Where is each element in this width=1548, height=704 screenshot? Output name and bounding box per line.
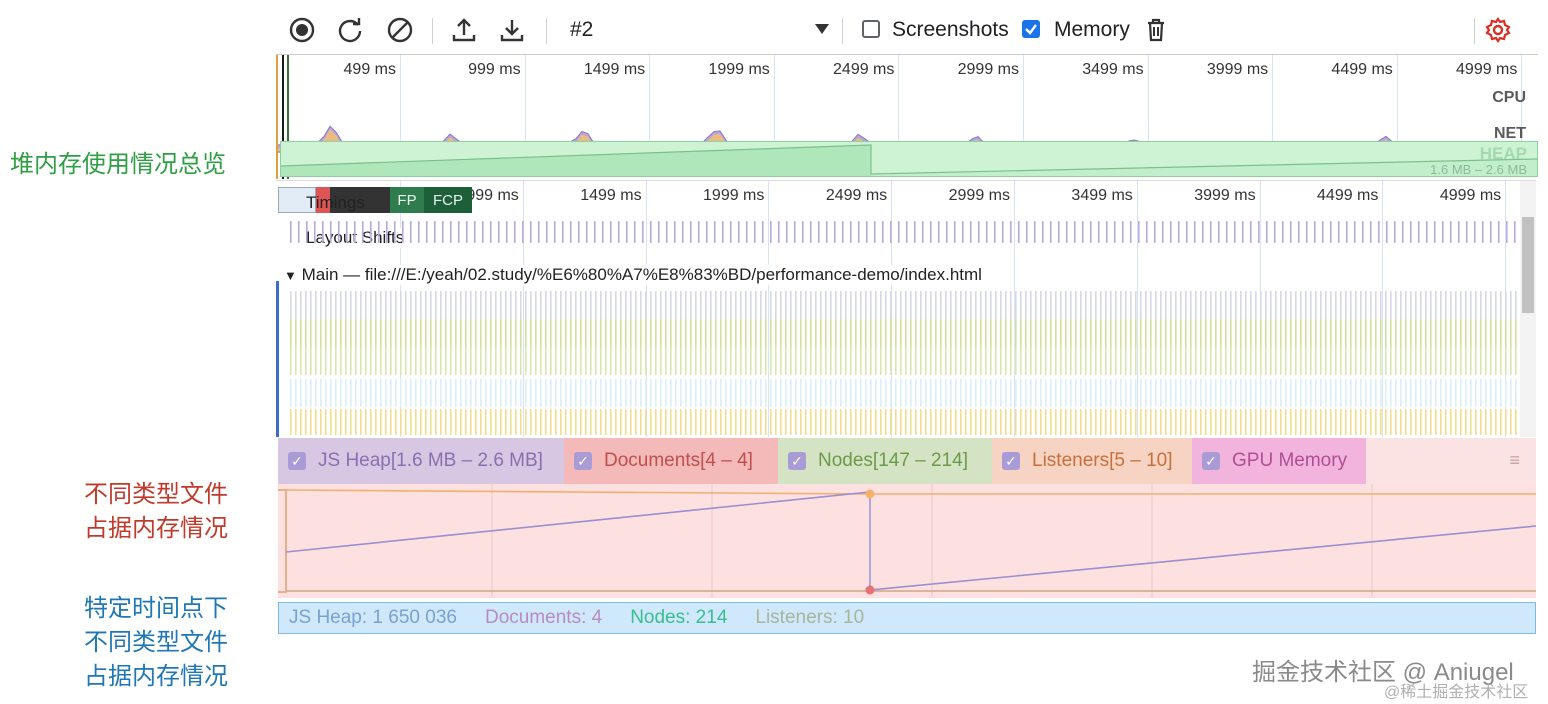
clear-icon <box>387 17 413 43</box>
checkbox-checked-icon[interactable]: ✓ <box>1202 452 1220 470</box>
record-icon <box>289 17 315 43</box>
status-counter: Documents: 4 <box>484 607 603 628</box>
status-counter: Listeners: 10 <box>755 607 865 628</box>
counter-toggle[interactable]: ✓ Documents[4 – 4] <box>564 438 778 484</box>
memory-counters-legend: ✓ JS Heap[1.6 MB – 2.6 MB] ✓ Documents[4 – … <box>278 438 1536 484</box>
flame-chart[interactable]: 499 ms999 ms1499 ms1999 ms2499 ms2999 ms… <box>276 180 1536 437</box>
toolbar-divider <box>1474 18 1475 44</box>
selection-edge[interactable] <box>276 55 278 179</box>
screenshots-checkbox[interactable] <box>862 20 880 38</box>
upload-icon <box>452 18 476 42</box>
reload-icon <box>338 18 362 43</box>
counter-label: Listeners[5 – 10] <box>1032 450 1173 471</box>
chevron-down-icon[interactable] <box>814 22 830 41</box>
flame-track <box>290 221 1516 243</box>
annotation-point-line1: 特定时间点下 <box>84 595 228 622</box>
counter-toggle[interactable]: ✓ JS Heap[1.6 MB – 2.6 MB] <box>278 438 564 484</box>
documents-point <box>865 585 875 595</box>
ruler-tick-label: 4499 ms <box>1331 61 1393 78</box>
hamburger-menu-icon[interactable]: ≡ <box>1509 450 1520 471</box>
annotation-point-line2: 不同类型文件 <box>84 629 228 656</box>
heap-label: HEAP <box>1479 144 1527 163</box>
flame-track <box>290 319 1517 347</box>
checkbox-checked-icon[interactable]: ✓ <box>288 452 306 470</box>
flame-track <box>290 347 1517 375</box>
trash-icon <box>1148 18 1164 42</box>
ruler-tick-label: 4999 ms <box>1456 61 1518 78</box>
selection-range-marker <box>276 281 279 437</box>
load-profile-button[interactable] <box>448 14 480 46</box>
ruler-tick-label: 2999 ms <box>957 61 1019 78</box>
disclosure-triangle-icon: ▼ <box>284 268 297 283</box>
counter-label: JS Heap[1.6 MB – 2.6 MB] <box>318 450 543 471</box>
save-profile-button[interactable] <box>496 14 528 46</box>
record-button[interactable] <box>286 14 318 46</box>
watermark-sub: @稀土掘金技术社区 <box>1384 684 1529 701</box>
flame-track <box>290 409 1517 435</box>
annotation-heap-overview: 堆内存使用情况总览 <box>10 151 226 178</box>
screenshots-label: Screenshots <box>892 18 1009 41</box>
toolbar-divider <box>546 18 547 44</box>
counter-toggle[interactable]: ✓ Listeners[5 – 10] <box>992 438 1192 484</box>
flame-scrollbar[interactable] <box>1520 181 1536 437</box>
counter-label: Nodes[147 – 214] <box>818 450 969 471</box>
ruler-tick-label: 1499 ms <box>583 61 646 78</box>
toolbar-divider <box>432 18 433 44</box>
memory-checkbox[interactable] <box>1022 20 1040 38</box>
annotation-point-line3: 占据内存情况 <box>84 663 228 690</box>
ruler-tick-label: 3999 ms <box>1206 61 1269 78</box>
checkbox-checked-icon[interactable]: ✓ <box>788 452 806 470</box>
collect-garbage-button[interactable] <box>1140 14 1172 46</box>
memory-counter-graph[interactable] <box>278 484 1536 598</box>
toolbar-divider <box>842 18 843 44</box>
status-counter: Nodes: 214 <box>630 607 728 628</box>
heap-overview-chart <box>281 144 1537 176</box>
flame-track <box>290 379 1517 407</box>
ruler-tick-label: 3499 ms <box>1082 61 1144 78</box>
heap-range: 1.6 MB – 2.6 MB <box>1430 162 1527 177</box>
counter-label: Documents[4 – 4] <box>604 450 753 471</box>
ruler-tick-label: 499 ms <box>343 61 396 78</box>
counter-label: GPU Memory <box>1232 450 1348 471</box>
cpu-label: CPU <box>1492 89 1526 106</box>
clear-button[interactable] <box>384 14 416 46</box>
profile-select[interactable]: #2 <box>570 18 593 42</box>
memory-label: Memory <box>1054 18 1130 41</box>
memory-graph-canvas <box>278 484 1536 598</box>
main-thread-label: Main — file:///E:/yeah/02.study/%E6%80%A… <box>301 265 982 284</box>
counter-toggle[interactable]: ✓ GPU Memory <box>1192 438 1366 484</box>
checkbox-checked-icon[interactable]: ✓ <box>574 452 592 470</box>
annotation-types-line2: 占据内存情况 <box>84 515 228 542</box>
status-counter: JS Heap: 1 650 036 <box>289 607 457 628</box>
reload-record-button[interactable] <box>334 14 366 46</box>
download-icon <box>500 20 524 42</box>
ruler-tick-label: 1999 ms <box>708 61 770 78</box>
gear-icon <box>1485 17 1511 43</box>
performance-toolbar: #2 Screenshots Memory <box>276 8 1538 54</box>
heap-overview-strip: HEAP 1.6 MB – 2.6 MB <box>280 141 1538 177</box>
capture-settings-button[interactable] <box>1482 14 1514 46</box>
checkmark-icon <box>1025 24 1037 35</box>
flame-track <box>290 291 1517 319</box>
main-track-header[interactable]: ▼ Main — file:///E:/yeah/02.study/%E6%80… <box>284 265 986 285</box>
ruler-tick-label: 2499 ms <box>833 61 895 78</box>
counter-toggle[interactable]: ✓ Nodes[147 – 214] <box>778 438 992 484</box>
listeners-point <box>865 489 875 499</box>
flame-events <box>276 221 1517 437</box>
memory-status-bar: JS Heap: 1 650 036 Documents: 4 Nodes: 214… <box>278 602 1536 634</box>
annotation-types-line1: 不同类型文件 <box>84 481 228 508</box>
checkbox-checked-icon[interactable]: ✓ <box>1002 452 1020 470</box>
ruler-tick-label: 999 ms <box>468 61 521 78</box>
